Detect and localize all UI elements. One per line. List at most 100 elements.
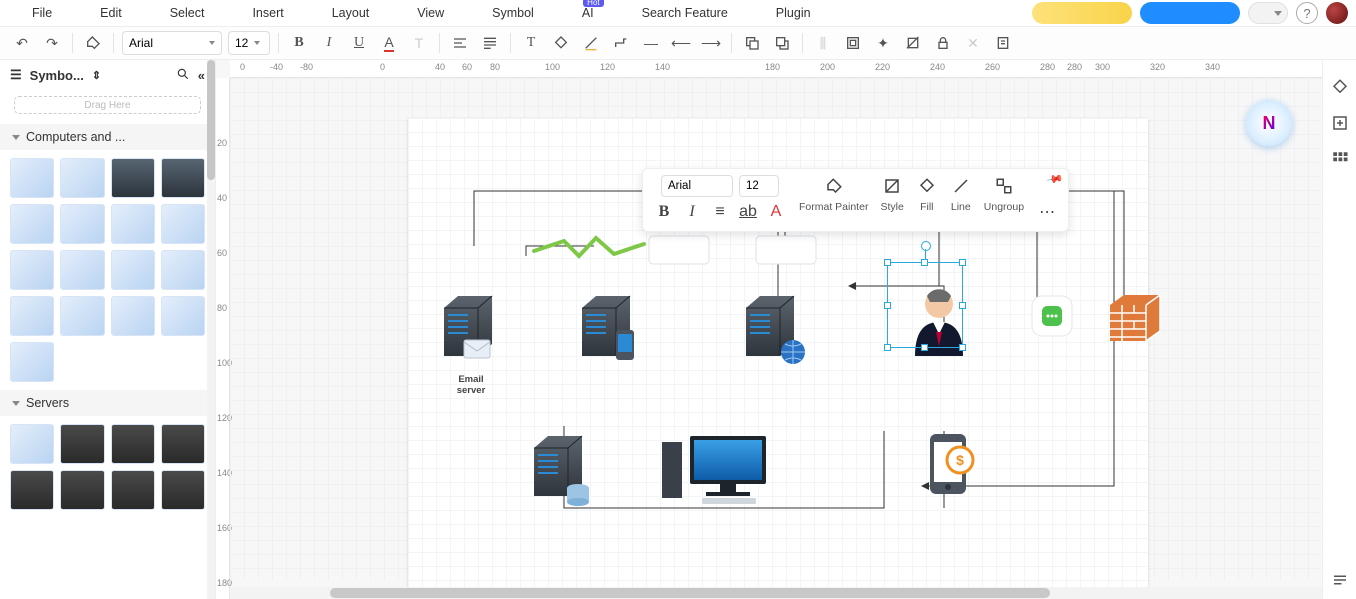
tools-icon[interactable]: ✕ — [961, 31, 985, 55]
line-style-icon[interactable]: — — [639, 31, 663, 55]
shape-pos[interactable] — [161, 296, 205, 336]
italic-icon[interactable]: I — [317, 31, 341, 55]
undo-icon[interactable]: ↶ — [10, 31, 34, 55]
menu-edit[interactable]: Edit — [76, 2, 146, 24]
text-tool-icon[interactable]: T — [519, 31, 543, 55]
export-icon[interactable] — [1331, 114, 1349, 132]
ai-assistant-bubble[interactable]: N — [1246, 100, 1292, 146]
shape-server-2[interactable] — [60, 424, 104, 464]
resize-handle-sw[interactable] — [884, 344, 891, 351]
menu-view[interactable]: View — [393, 2, 468, 24]
lock-icon[interactable] — [931, 31, 955, 55]
shape-laptop-3[interactable] — [60, 204, 104, 244]
format-painter-icon[interactable] — [81, 31, 105, 55]
bold-icon[interactable]: B — [287, 31, 311, 55]
theme-icon[interactable] — [1331, 78, 1349, 96]
underline-icon[interactable]: U — [347, 31, 371, 55]
effects-icon[interactable]: ✦ — [871, 31, 895, 55]
menu-insert[interactable]: Insert — [228, 2, 307, 24]
drop-zone[interactable]: Drag Here — [14, 96, 201, 114]
ctx-size-select[interactable]: 12 — [739, 175, 779, 197]
group-icon[interactable] — [841, 31, 865, 55]
shape-server-8[interactable] — [161, 470, 205, 510]
ctx-align-icon[interactable]: ≡ — [709, 201, 731, 223]
apps-icon[interactable] — [1331, 150, 1349, 168]
resize-handle-e[interactable] — [959, 302, 966, 309]
shape-server-5[interactable] — [10, 470, 54, 510]
shape-tablet[interactable] — [10, 296, 54, 336]
bottom-menu-icon[interactable] — [1331, 571, 1349, 589]
strikethrough-icon[interactable]: T — [407, 31, 431, 55]
more-pill[interactable] — [1248, 2, 1288, 24]
ctx-ungroup-icon[interactable] — [993, 175, 1015, 197]
menu-ai[interactable]: AIHot — [558, 2, 618, 24]
ctx-format-painter-icon[interactable] — [823, 175, 845, 197]
send-back-icon[interactable] — [770, 31, 794, 55]
ctx-font-select[interactable]: Arial — [661, 175, 733, 197]
line-color-icon[interactable] — [579, 31, 603, 55]
shape-tower[interactable] — [111, 158, 155, 198]
align-vertical-icon[interactable] — [478, 31, 502, 55]
resize-handle-s[interactable] — [921, 344, 928, 351]
shape-monitor[interactable] — [111, 250, 155, 290]
crop-icon[interactable] — [901, 31, 925, 55]
category-servers[interactable]: Servers — [0, 390, 215, 416]
resize-handle-w[interactable] — [884, 302, 891, 309]
resize-handle-se[interactable] — [959, 344, 966, 351]
rotate-handle[interactable] — [921, 241, 931, 251]
shape-laptop[interactable] — [161, 158, 205, 198]
ctx-line-icon[interactable] — [950, 175, 972, 197]
fill-color-icon[interactable] — [549, 31, 573, 55]
selection-box[interactable] — [887, 262, 963, 348]
menu-select[interactable]: Select — [146, 2, 229, 24]
resize-handle-n[interactable] — [921, 259, 928, 266]
resize-handle-nw[interactable] — [884, 259, 891, 266]
share-pill[interactable] — [1140, 2, 1240, 24]
shape-laptop-2[interactable] — [10, 204, 54, 244]
canvas-grid[interactable]: $ Email server 📌 Arial — [230, 78, 1322, 581]
shape-pc-tower[interactable] — [10, 158, 54, 198]
library-icon[interactable]: ☰ — [10, 67, 22, 83]
expand-icon[interactable]: ⇕ — [92, 69, 101, 82]
shape-server-6[interactable] — [60, 470, 104, 510]
shape-desktop[interactable] — [60, 158, 104, 198]
left-scrollbar[interactable] — [207, 60, 215, 599]
ctx-bold-icon[interactable]: B — [653, 201, 675, 223]
font-color-icon[interactable]: A — [377, 31, 401, 55]
menu-plugin[interactable]: Plugin — [752, 2, 835, 24]
shape-server-1[interactable] — [10, 424, 54, 464]
category-computers[interactable]: Computers and ... — [0, 124, 215, 150]
shape-kiosk[interactable] — [10, 342, 54, 382]
shape-macpro[interactable] — [60, 250, 104, 290]
resize-handle-ne[interactable] — [959, 259, 966, 266]
shape-imac[interactable] — [10, 250, 54, 290]
menu-search-feature[interactable]: Search Feature — [618, 2, 752, 24]
redo-icon[interactable]: ↷ — [40, 31, 64, 55]
connector-style-icon[interactable] — [609, 31, 633, 55]
ctx-italic-icon[interactable]: I — [681, 201, 703, 223]
canvas-h-scrollbar[interactable] — [230, 587, 1322, 599]
arrow-start-icon[interactable]: ⟵ — [669, 31, 693, 55]
ctx-fill-icon[interactable] — [916, 175, 938, 197]
ctx-texteffect-icon[interactable]: ab — [737, 201, 759, 223]
shape-laptop-5[interactable] — [161, 204, 205, 244]
shape-display[interactable] — [111, 296, 155, 336]
user-avatar[interactable] — [1326, 2, 1348, 24]
font-size-select[interactable]: 12 — [228, 31, 270, 55]
ctx-more-icon[interactable]: ⋯ — [1036, 201, 1058, 223]
menu-file[interactable]: File — [8, 2, 76, 24]
shape-server-3[interactable] — [111, 424, 155, 464]
bring-front-icon[interactable] — [740, 31, 764, 55]
search-icon[interactable] — [176, 67, 190, 84]
shape-laptop-4[interactable] — [111, 204, 155, 244]
arrow-end-icon[interactable]: ⟶ — [699, 31, 723, 55]
font-family-select[interactable]: Arial — [122, 31, 222, 55]
menu-layout[interactable]: Layout — [308, 2, 394, 24]
shape-printer[interactable] — [161, 250, 205, 290]
help-icon[interactable]: ? — [1296, 2, 1318, 24]
ctx-style-icon[interactable] — [881, 175, 903, 197]
shape-server-7[interactable] — [111, 470, 155, 510]
menu-symbol[interactable]: Symbol — [468, 2, 558, 24]
shape-tablet-2[interactable] — [60, 296, 104, 336]
pin-icon[interactable]: 📌 — [1046, 170, 1065, 189]
